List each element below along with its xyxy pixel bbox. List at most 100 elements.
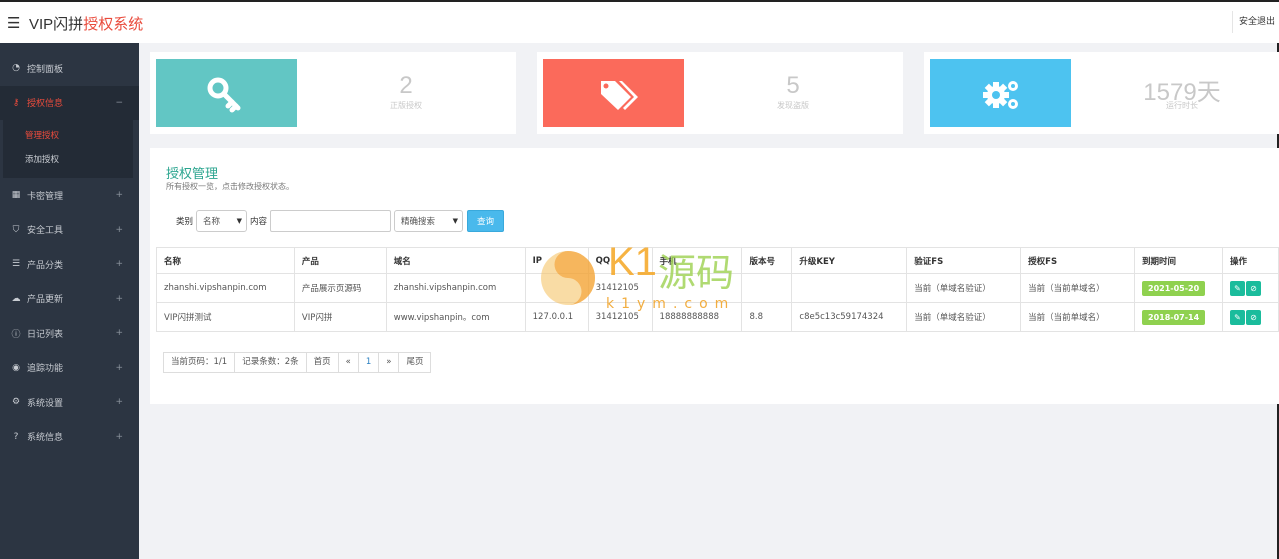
barcode-icon: ▦ xyxy=(11,190,21,201)
column-header: 手机 xyxy=(651,247,743,274)
sidebar-item-label: 卡密管理 xyxy=(27,191,64,202)
cell-actions: ✎ ⊘ xyxy=(1221,302,1279,332)
column-header: 域名 xyxy=(385,247,526,274)
search-mode-value: 精确搜索 xyxy=(401,217,436,227)
cell-key xyxy=(791,273,908,303)
expand-icon: + xyxy=(115,328,123,339)
cell-key: c8e5c13c59174324 xyxy=(791,302,908,332)
brand-accent: 授权系统 xyxy=(83,16,144,33)
pager-records: 记录条数：2条 xyxy=(234,352,307,373)
gears-icon: ⚙ xyxy=(11,397,21,408)
license-table: 名称 产品 域名 IP QQ 手机 版本号 升级KEY 验证FS 授权FS 到期… xyxy=(156,247,1279,332)
sidebar-item-label: 控制面板 xyxy=(27,64,64,75)
pager-prev[interactable]: « xyxy=(337,352,359,373)
collapse-icon: − xyxy=(115,97,123,108)
stat-card-licenses: 2 正版授权 xyxy=(150,52,516,134)
cell-phone xyxy=(651,273,743,303)
category-value: 名称 xyxy=(203,217,221,227)
dashboard-icon: ◔ xyxy=(12,63,20,74)
column-header: 产品 xyxy=(293,247,387,274)
cell-ip xyxy=(524,273,589,303)
pager-last[interactable]: 尾页 xyxy=(398,352,432,373)
expand-icon: + xyxy=(115,293,123,304)
cell-phone: 18888888888 xyxy=(651,302,743,332)
cell-version: 8.8 xyxy=(741,302,793,332)
pager-page-1[interactable]: 1 xyxy=(357,352,380,373)
logout-button[interactable]: 安全退出 xyxy=(1231,11,1279,33)
stat-label: 运行时长 xyxy=(1166,101,1198,110)
panel-title: 授权管理 xyxy=(166,167,219,182)
table-row[interactable]: VIP闪拼测试 VIP闪拼 www.vipshanpin。com 127.0.0… xyxy=(156,302,1279,332)
table-row[interactable]: zhanshi.vipshanpin.com 产品展示页源码 zhanshi.v… xyxy=(156,273,1279,303)
cell-auth: 当前（当前单域名） xyxy=(1020,302,1136,332)
sidebar-item-updates[interactable]: ☁ 产品更新 + xyxy=(0,282,139,317)
sidebar-item-label: 安全工具 xyxy=(27,226,64,237)
sidebar-item-label: 日记列表 xyxy=(27,329,64,340)
sidebar: ◔ 控制面板 ⚷ 授权信息 − 管理授权 添加授权 ▦ 卡密管理 + ⛉ 安全工… xyxy=(0,43,139,559)
pager-next[interactable]: » xyxy=(378,352,400,373)
sidebar-item-sysinfo[interactable]: ? 系统信息 + xyxy=(0,420,139,455)
pager-current: 当前页码：1/1 xyxy=(163,352,236,373)
cell-verify: 当前（单域名验证） xyxy=(906,302,1022,332)
query-button[interactable]: 查询 xyxy=(467,210,505,232)
sidebar-submenu: 管理授权 添加授权 xyxy=(3,120,133,178)
cell-name: VIP闪拼测试 xyxy=(156,302,295,332)
sidebar-item-categories[interactable]: ☰ 产品分类 + xyxy=(0,247,139,282)
sidebar-subitem-manage[interactable]: 管理授权 xyxy=(3,124,133,148)
sidebar-item-dashboard[interactable]: ◔ 控制面板 xyxy=(0,51,139,86)
top-header: ☰ VIP闪拼授权系统 安全退出 xyxy=(0,0,1279,43)
stat-card-piracy: 5 发现盗版 xyxy=(537,52,903,134)
sidebar-item-logs[interactable]: ⓘ 日记列表 + xyxy=(0,316,139,351)
ban-icon[interactable]: ⊘ xyxy=(1245,309,1261,325)
edit-icon[interactable]: ✎ xyxy=(1229,309,1245,325)
expand-icon: + xyxy=(115,431,123,442)
stat-tile xyxy=(930,59,1071,127)
sidebar-item-cards[interactable]: ▦ 卡密管理 + xyxy=(0,178,139,213)
expire-badge: 2018-07-14 xyxy=(1142,309,1206,325)
sidebar-item-label: 产品更新 xyxy=(27,295,64,306)
sidebar-item-security[interactable]: ⛉ 安全工具 + xyxy=(0,213,139,248)
sidebar-item-label: 授权信息 xyxy=(27,99,64,110)
cell-auth: 当前（当前单域名） xyxy=(1020,273,1136,303)
stat-label: 正版授权 xyxy=(390,101,422,110)
table-header-row: 名称 产品 域名 IP QQ 手机 版本号 升级KEY 验证FS 授权FS 到期… xyxy=(156,247,1279,274)
tags-icon xyxy=(601,81,638,110)
sidebar-item-label: 追踪功能 xyxy=(27,364,64,375)
cell-name: zhanshi.vipshanpin.com xyxy=(156,273,295,303)
column-header: 升级KEY xyxy=(791,247,908,274)
sidebar-item-tracking[interactable]: ◉ 追踪功能 + xyxy=(0,351,139,386)
cell-ip: 127.0.0.1 xyxy=(524,302,589,332)
brand-title: VIP闪拼授权系统 xyxy=(29,13,143,34)
cloud-upload-icon: ☁ xyxy=(11,293,21,304)
sidebar-subitem-add[interactable]: 添加授权 xyxy=(3,148,133,172)
column-header: IP xyxy=(524,247,589,274)
key-icon xyxy=(207,77,241,113)
cell-version xyxy=(741,273,793,303)
expand-icon: + xyxy=(115,190,123,201)
expand-icon: + xyxy=(115,362,123,373)
shield-icon: ⛉ xyxy=(12,224,20,235)
panel-subtitle: 所有授权一览，点击修改授权状态。 xyxy=(166,182,294,191)
cell-qq: 31412105 xyxy=(587,273,653,303)
sidebar-item-license[interactable]: ⚷ 授权信息 − xyxy=(0,85,139,120)
ban-icon[interactable]: ⊘ xyxy=(1245,280,1261,296)
cell-qq: 31412105 xyxy=(587,302,653,332)
pagination: 当前页码：1/1 记录条数：2条 首页 « 1 » 尾页 xyxy=(163,352,432,373)
pager-first[interactable]: 首页 xyxy=(305,352,339,373)
cell-verify: 当前（单域名验证） xyxy=(906,273,1022,303)
sidebar-item-label: 产品分类 xyxy=(27,260,64,271)
cell-expire: 2018-07-14 xyxy=(1134,302,1223,332)
hamburger-icon[interactable]: ☰ xyxy=(7,14,20,32)
info-icon: ⓘ xyxy=(11,329,21,340)
brand-main: VIP闪拼 xyxy=(29,16,84,33)
sidebar-item-settings[interactable]: ⚙ 系统设置 + xyxy=(0,385,139,420)
edit-icon[interactable]: ✎ xyxy=(1229,280,1245,296)
license-management-panel: 授权管理 所有授权一览，点击修改授权状态。 类别 名称 ▼ 内容 精确搜索 ▼ … xyxy=(150,148,1279,404)
category-select[interactable]: 名称 ▼ xyxy=(196,210,248,232)
content-input[interactable] xyxy=(270,210,392,232)
column-header: 版本号 xyxy=(741,247,793,274)
expire-badge: 2021-05-20 xyxy=(1142,280,1206,296)
search-mode-select[interactable]: 精确搜索 ▼ xyxy=(394,210,464,232)
column-header: 验证FS xyxy=(906,247,1022,274)
stat-card-uptime: 1579天 运行时长 xyxy=(924,52,1279,134)
